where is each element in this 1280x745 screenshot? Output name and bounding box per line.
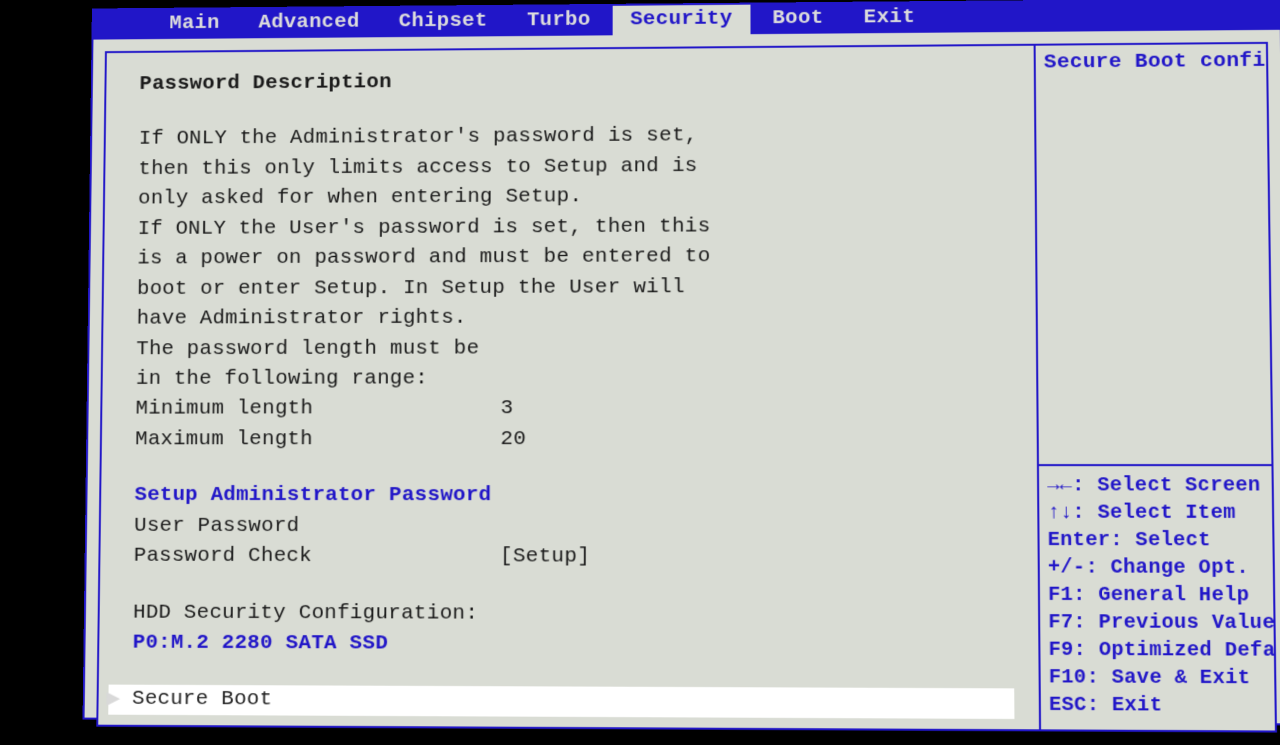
help-keys: →←: Select Screen ↑↓: Select Item Enter:… <box>1039 467 1275 731</box>
help-key-general-help: F1: General Help <box>1048 582 1265 610</box>
tab-exit[interactable]: Exit <box>846 3 934 33</box>
hdd-security-heading: HDD Security Configuration: <box>133 598 1014 631</box>
help-key-change-opt: +/-: Change Opt. <box>1048 555 1265 583</box>
max-length-row: Maximum length 20 <box>135 425 1012 456</box>
bios-screen: Aptio Setup Utility – Copyright (C) 2021… <box>83 0 1280 725</box>
min-length-value: 3 <box>501 395 514 425</box>
desc-line: only asked for when entering Setup. <box>138 180 1011 215</box>
tab-security[interactable]: Security <box>612 5 750 36</box>
secure-boot-item[interactable]: ▶ Secure Boot <box>108 685 1014 719</box>
setup-admin-password-item[interactable]: Setup Administrator Password <box>134 481 1013 512</box>
help-key-esc-exit: ESC: Exit <box>1049 692 1267 721</box>
max-length-value: 20 <box>500 425 526 455</box>
side-panel: Secure Boot configuration →←: Select Scr… <box>1034 42 1277 733</box>
help-key-enter: Enter: Select <box>1048 527 1265 555</box>
help-key-save-exit: F10: Save & Exit <box>1049 664 1266 692</box>
desc-line: have Administrator rights. <box>136 302 1011 335</box>
min-length-label: Minimum length <box>135 395 500 426</box>
help-key-optimized-defaults: F9: Optimized Defaults <box>1048 637 1265 665</box>
tab-turbo[interactable]: Turbo <box>509 6 608 36</box>
tab-advanced[interactable]: Advanced <box>241 8 377 38</box>
main-panel: Password Description If ONLY the Adminis… <box>96 44 1039 732</box>
selection-triangle-icon: ▶ <box>106 687 120 713</box>
password-check-label: Password Check <box>134 542 500 573</box>
max-length-label: Maximum length <box>135 425 500 455</box>
help-description: Secure Boot configuration <box>1036 44 1272 465</box>
desc-line: boot or enter Setup. In Setup the User w… <box>137 272 1012 305</box>
desc-line: then this only limits access to Setup an… <box>138 150 1010 185</box>
desc-line: is a power on password and must be enter… <box>137 241 1011 275</box>
help-key-select-item: ↑↓: Select Item <box>1047 500 1264 528</box>
desc-line: If ONLY the User's password is set, then… <box>138 211 1011 245</box>
password-check-value: [Setup] <box>500 542 590 573</box>
hdd-drive-item[interactable]: P0:M.2 2280 SATA SSD <box>133 629 1014 663</box>
password-check-row[interactable]: Password Check [Setup] <box>134 542 1014 574</box>
tab-chipset[interactable]: Chipset <box>381 7 505 37</box>
workspace: Password Description If ONLY the Adminis… <box>84 30 1280 745</box>
desc-line: The password length must be <box>136 333 1012 365</box>
tab-boot[interactable]: Boot <box>754 4 841 34</box>
desc-line: in the following range: <box>136 363 1012 395</box>
help-key-select-screen: →←: Select Screen <box>1047 473 1264 500</box>
help-key-previous-values: F7: Previous Values <box>1048 609 1265 637</box>
tab-main[interactable]: Main <box>152 9 238 39</box>
user-password-item[interactable]: User Password <box>134 512 1013 544</box>
min-length-row: Minimum length 3 <box>135 394 1012 425</box>
secure-boot-label: Secure Boot <box>132 685 273 716</box>
